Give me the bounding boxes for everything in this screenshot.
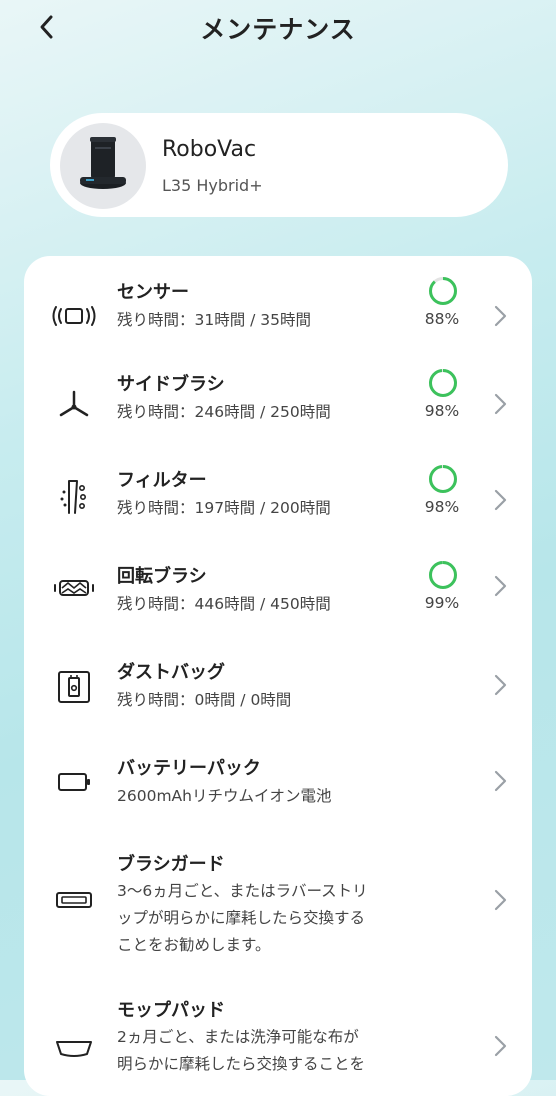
list-item-side-brush[interactable]: サイドブラシ 残り時間：246時間 / 250時間 98% bbox=[24, 360, 532, 456]
robot-vacuum-station-image bbox=[80, 137, 126, 189]
chevron-right-icon bbox=[494, 770, 507, 792]
item-remaining: 2600mAhリチウムイオン電池 bbox=[117, 787, 332, 805]
item-remaining: 残り時間：246時間 / 250時間 bbox=[117, 403, 331, 421]
device-model: L35 Hybrid+ bbox=[162, 176, 263, 195]
item-remaining: 残り時間：446時間 / 450時間 bbox=[117, 595, 331, 613]
item-title: センサー bbox=[117, 282, 189, 303]
sensor-icon bbox=[52, 300, 96, 332]
list-item-brush-guard[interactable]: ブラシガード 3〜6ヵ月ごと、またはラバーストリ ップが明らかに摩耗したら交換す… bbox=[24, 840, 532, 986]
item-percent: 99% bbox=[424, 594, 460, 612]
progress-ring bbox=[429, 277, 457, 305]
item-remaining: 残り時間：197時間 / 200時間 bbox=[117, 499, 331, 517]
item-title: 回転ブラシ bbox=[117, 566, 207, 587]
battery-icon bbox=[52, 766, 96, 798]
item-percent: 98% bbox=[424, 402, 460, 420]
header: メンテナンス bbox=[0, 0, 556, 56]
item-desc-line: 3〜6ヵ月ごと、またはラバーストリ bbox=[117, 882, 368, 900]
item-remaining: 残り時間：0時間 / 0時間 bbox=[117, 691, 292, 709]
device-name: RoboVac bbox=[162, 137, 257, 162]
item-title: フィルター bbox=[117, 470, 207, 491]
item-desc-line: ことをお勧めします。 bbox=[117, 936, 271, 954]
item-desc-line: 明らかに摩耗したら交換することを bbox=[117, 1055, 366, 1073]
item-remaining: 残り時間：31時間 / 35時間 bbox=[117, 311, 312, 329]
item-percent: 88% bbox=[424, 310, 460, 328]
mop-pad-icon bbox=[52, 1032, 96, 1064]
brush-guard-icon bbox=[52, 884, 96, 916]
list-item-rolling-brush[interactable]: 回転ブラシ 残り時間：446時間 / 450時間 99% bbox=[24, 552, 532, 648]
chevron-right-icon bbox=[494, 305, 507, 327]
item-title: ブラシガード bbox=[117, 854, 225, 875]
chevron-right-icon bbox=[494, 393, 507, 415]
progress-ring bbox=[429, 465, 457, 493]
maintenance-list: センサー 残り時間：31時間 / 35時間 88% サイドブラシ 残り時間：24… bbox=[24, 256, 532, 1096]
chevron-right-icon bbox=[494, 489, 507, 511]
item-title: バッテリーパック bbox=[117, 758, 261, 779]
item-desc-line: 2ヵ月ごと、または洗浄可能な布が bbox=[117, 1028, 359, 1046]
device-card[interactable]: RoboVac L35 Hybrid+ bbox=[50, 113, 508, 217]
item-title: サイドブラシ bbox=[117, 374, 225, 395]
item-percent: 98% bbox=[424, 498, 460, 516]
progress-ring bbox=[429, 561, 457, 589]
chevron-right-icon bbox=[494, 674, 507, 696]
chevron-right-icon bbox=[494, 1035, 507, 1057]
dust-bag-icon bbox=[52, 670, 96, 704]
page-title: メンテナンス bbox=[200, 15, 356, 44]
list-item-dust-bag[interactable]: ダストバッグ 残り時間：0時間 / 0時間 bbox=[24, 648, 532, 744]
item-title: モップパッド bbox=[117, 1000, 225, 1021]
filter-icon bbox=[52, 478, 96, 516]
chevron-right-icon bbox=[494, 575, 507, 597]
list-item-filter[interactable]: フィルター 残り時間：197時間 / 200時間 98% bbox=[24, 456, 532, 552]
item-title: ダストバッグ bbox=[117, 662, 225, 683]
item-desc-line: ップが明らかに摩耗したら交換する bbox=[117, 909, 366, 927]
rolling-brush-icon bbox=[52, 572, 96, 604]
list-item-battery-pack[interactable]: バッテリーパック 2600mAhリチウムイオン電池 bbox=[24, 744, 532, 840]
device-avatar bbox=[60, 123, 146, 209]
chevron-right-icon bbox=[494, 889, 507, 911]
progress-ring bbox=[429, 369, 457, 397]
list-item-sensor[interactable]: センサー 残り時間：31時間 / 35時間 88% bbox=[24, 268, 532, 360]
side-brush-icon bbox=[52, 388, 96, 420]
